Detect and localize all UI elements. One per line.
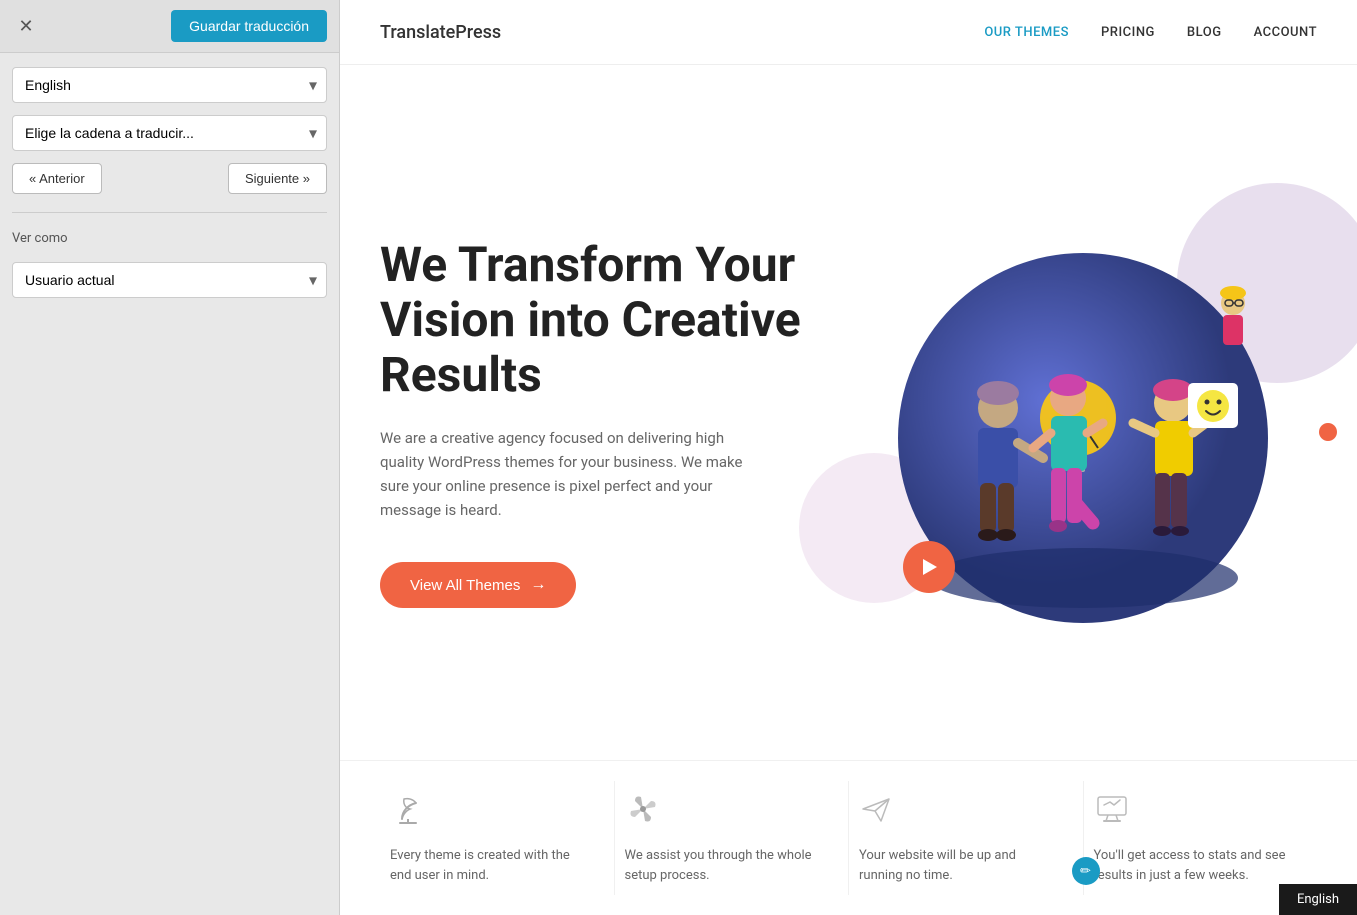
prev-button[interactable]: « Anterior (12, 163, 102, 194)
role-select[interactable]: Usuario actual Administrator Editor Subs… (12, 262, 327, 298)
orange-dot (1319, 423, 1337, 441)
view-all-label: View All Themes (410, 577, 520, 594)
plant-icon (390, 791, 594, 834)
feature-item-2: We assist you through the whole setup pr… (615, 781, 850, 895)
nav-blog[interactable]: BLOG (1187, 25, 1222, 40)
save-translation-button[interactable]: Guardar traducción (171, 10, 327, 42)
hero-text: We Transform Your Vision into Creative R… (380, 237, 849, 609)
feature-text-1: Every theme is created with the end user… (390, 846, 594, 885)
string-select[interactable]: Elige la cadena a traducir... (12, 115, 327, 151)
play-icon (923, 559, 937, 575)
arrow-icon: → (530, 576, 546, 594)
paper-plane-icon (859, 791, 1063, 834)
divider (12, 212, 327, 213)
play-button[interactable] (903, 541, 955, 593)
language-select[interactable]: English Spanish French German (12, 67, 327, 103)
hero-title: We Transform Your Vision into Creative R… (380, 237, 849, 403)
role-select-wrap: Usuario actual Administrator Editor Subs… (12, 262, 327, 298)
language-bar: English (1279, 884, 1357, 915)
hero-description: We are a creative agency focused on deli… (380, 426, 760, 522)
next-button[interactable]: Siguiente » (228, 163, 327, 194)
language-label: English (1297, 892, 1339, 907)
string-select-wrap: Elige la cadena a traducir... (12, 115, 327, 151)
ver-como-label: Ver como (12, 231, 327, 246)
sidebar-body: English Spanish French German Elige la c… (0, 53, 339, 312)
feature-text-4: You'll get access to stats and see resul… (1094, 846, 1298, 885)
navbar: TranslatePress OUR THEMES PRICING BLOG A… (340, 0, 1357, 65)
illustration-container (883, 223, 1283, 623)
monitor-icon (1094, 791, 1298, 834)
main-content: TranslatePress OUR THEMES PRICING BLOG A… (340, 0, 1357, 915)
features-row: Every theme is created with the end user… (340, 760, 1357, 915)
sidebar: ✕ Guardar traducción English Spanish Fre… (0, 0, 340, 915)
nav-buttons: « Anterior Siguiente » (12, 163, 327, 194)
feature-text-2: We assist you through the whole setup pr… (625, 846, 829, 885)
edit-badge[interactable]: ✏ (1072, 857, 1100, 885)
close-button[interactable]: ✕ (12, 12, 40, 40)
nav-account[interactable]: ACCOUNT (1254, 25, 1317, 40)
feature-item-1: Every theme is created with the end user… (380, 781, 615, 895)
nav-pricing[interactable]: PRICING (1101, 25, 1155, 40)
sidebar-header: ✕ Guardar traducción (0, 0, 339, 53)
hero-section: We Transform Your Vision into Creative R… (340, 65, 1357, 760)
brand-logo: TranslatePress (380, 22, 501, 43)
pinwheel-icon (625, 791, 829, 834)
view-all-themes-button[interactable]: View All Themes → (380, 562, 576, 608)
language-select-wrap: English Spanish French German (12, 67, 327, 103)
nav-our-themes[interactable]: OUR THEMES (984, 25, 1069, 40)
hero-illustration (849, 203, 1318, 643)
feature-item-4: You'll get access to stats and see resul… (1084, 781, 1318, 895)
feature-text-3: Your website will be up and running no t… (859, 846, 1063, 885)
nav-links: OUR THEMES PRICING BLOG ACCOUNT (984, 25, 1317, 40)
feature-item-3: Your website will be up and running no t… (849, 781, 1084, 895)
